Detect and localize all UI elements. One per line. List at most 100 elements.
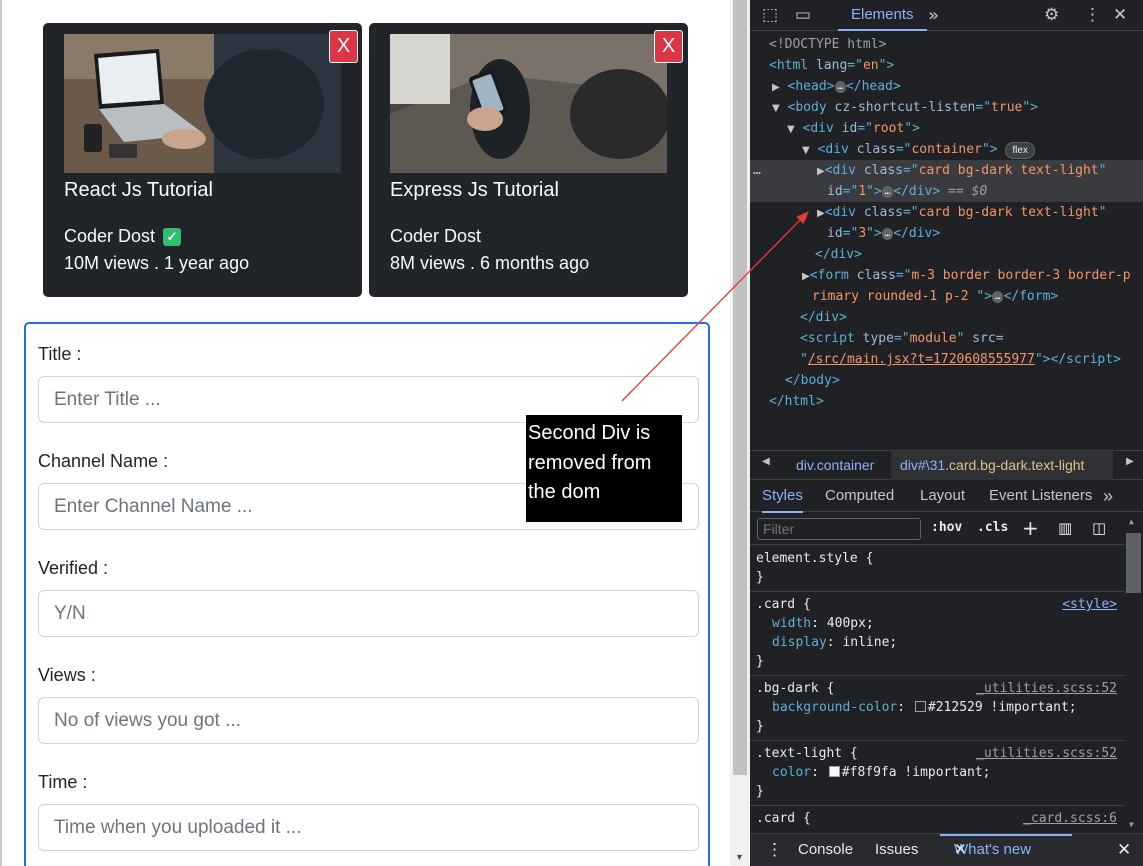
dom-html[interactable]: <html lang="en">	[750, 55, 1143, 76]
device-toolbar-icon[interactable]: ▭	[795, 5, 811, 25]
dom-html-close[interactable]: </html>	[750, 391, 1143, 412]
card-1-views: 10M views . 1 year ago	[64, 253, 250, 273]
prop-value[interactable]: #212529 !important;	[928, 700, 1077, 715]
tab-computed[interactable]: Computed	[825, 481, 894, 511]
tab-elements[interactable]: Elements	[838, 0, 927, 31]
dom-card-3[interactable]: ▶<div class="card bg-dark text-light"	[750, 202, 1143, 223]
rule-source-link[interactable]: _utilities.scss:52	[976, 744, 1117, 763]
dom-head[interactable]: ▶ <head>… </head>	[750, 76, 1143, 97]
color-swatch[interactable]	[828, 766, 840, 777]
dom-script-cont[interactable]: "/src/main.jsx?t=1720608555977"></script…	[750, 349, 1143, 370]
devtools-toolbar: ⬚ ▭ Elements » ⚙ ⋮ ✕	[750, 0, 1143, 31]
sidebar-toggle-icon[interactable]: ◫	[1092, 519, 1106, 537]
dom-root-div[interactable]: ▼ <div id="root">	[750, 118, 1143, 139]
dom-script[interactable]: <script type="module" src=	[750, 328, 1143, 349]
scroll-up-arrow-icon[interactable]: ▲	[1129, 517, 1134, 526]
script-type-value: module	[909, 331, 957, 346]
rule-source-link[interactable]: _utilities.scss:52	[976, 679, 1117, 698]
drawer-tab-console[interactable]: Console	[798, 834, 853, 866]
rule-close: }	[756, 654, 764, 669]
cls-toggle[interactable]: .cls	[977, 520, 1008, 535]
styles-scrollbar-thumb[interactable]	[1126, 533, 1141, 593]
prop-name[interactable]: color	[772, 765, 811, 780]
time-input[interactable]	[38, 804, 699, 851]
collapsed-dots[interactable]: …	[834, 80, 846, 93]
collapsed-dots[interactable]: …	[881, 185, 894, 198]
drawer-menu-icon[interactable]: ⋮	[766, 834, 783, 866]
color-swatch[interactable]	[914, 701, 926, 712]
expand-triangle-icon[interactable]: ▶	[817, 166, 825, 177]
dom-card-1-selected[interactable]: … ▶<div class="card bg-dark text-light"	[750, 160, 1143, 181]
page-scrollbar[interactable]: ▼	[730, 0, 750, 866]
collapse-triangle-icon[interactable]: ▼	[787, 124, 795, 135]
rule-source-link[interactable]: _card.scss:6	[1023, 809, 1117, 828]
breadcrumb-card[interactable]: div#\31.card.bg-dark.text-light	[891, 451, 1113, 480]
rule-text-light[interactable]: .text-light {_utilities.scss:52 color: #…	[750, 741, 1125, 806]
dom-body-close[interactable]: </body>	[750, 370, 1143, 391]
card-1-close-button[interactable]: X	[329, 30, 358, 63]
prop-name[interactable]: background-color	[772, 700, 897, 715]
scroll-down-arrow-icon[interactable]: ▼	[1129, 820, 1134, 829]
dom-root-close[interactable]: </div>	[750, 307, 1143, 328]
hov-toggle[interactable]: :hov	[931, 520, 962, 535]
rule-element-style[interactable]: element.style { }	[750, 546, 1125, 592]
prop-name[interactable]: width	[772, 616, 811, 631]
collapsed-dots[interactable]: …	[881, 227, 894, 240]
breadcrumb-container[interactable]: div.container	[796, 451, 874, 480]
dom-body[interactable]: ▼ <body cz-shortcut-listen="true">	[750, 97, 1143, 118]
settings-gear-icon[interactable]: ⚙	[1044, 5, 1059, 25]
close-devtools-icon[interactable]: ✕	[1113, 5, 1127, 25]
script-src-link[interactable]: /src/main.jsx?t=1720608555977	[808, 352, 1035, 367]
time-label: Time :	[38, 772, 88, 792]
rule-bg-dark[interactable]: .bg-dark {_utilities.scss:52 background-…	[750, 676, 1125, 741]
prop-value[interactable]: 400px;	[827, 616, 874, 631]
card-2-close-button[interactable]: X	[654, 30, 683, 63]
prop-value[interactable]: #f8f9fa !important;	[842, 765, 991, 780]
dom-container-div[interactable]: ▼ <div class="container"> flex	[750, 139, 1143, 160]
styles-scrollbar[interactable]: ▲ ▼	[1125, 515, 1143, 831]
annotation-note: Second Div is removed from the dom	[526, 415, 682, 522]
breadcrumb-left-arrow-icon[interactable]: ◀	[762, 456, 770, 467]
dom-container-close[interactable]: </div>	[750, 244, 1143, 265]
scroll-down-arrow-icon[interactable]: ▼	[735, 852, 744, 862]
row-menu-dots-icon[interactable]: …	[753, 160, 761, 181]
prop-name[interactable]: display	[772, 635, 827, 650]
drawer-tab-whats-new[interactable]: What's new ✕	[940, 834, 1072, 858]
more-style-tabs-icon[interactable]: »	[1103, 481, 1113, 511]
collapsed-dots[interactable]: …	[992, 290, 1004, 303]
dom-form[interactable]: ▶<form class="m-3 border border-3 border…	[750, 265, 1143, 286]
close-tab-icon[interactable]: ✕	[954, 834, 967, 866]
flex-badge[interactable]: flex	[1005, 142, 1035, 159]
expand-triangle-icon[interactable]: ▶	[772, 82, 780, 93]
page-scrollbar-thumb[interactable]	[733, 0, 747, 775]
collapse-triangle-icon[interactable]: ▼	[772, 103, 780, 114]
paint-brush-icon[interactable]: ▥	[1058, 519, 1072, 537]
collapse-triangle-icon[interactable]: ▼	[802, 145, 810, 156]
rule-card-scss[interactable]: .card {_card.scss:6	[750, 806, 1125, 832]
expand-triangle-icon[interactable]: ▶	[817, 208, 825, 219]
more-tabs-icon[interactable]: »	[928, 5, 939, 26]
inspect-element-icon[interactable]: ⬚	[762, 5, 778, 25]
tab-styles[interactable]: Styles	[762, 481, 803, 513]
views-input[interactable]	[38, 697, 699, 744]
rule-card-style[interactable]: .card {<style> width: 400px; display: in…	[750, 592, 1125, 676]
styles-filter-input[interactable]	[757, 518, 921, 540]
breadcrumb-card-classes: .card.bg-dark.text-light	[945, 457, 1085, 473]
breadcrumb-right-arrow-icon[interactable]: ▶	[1126, 456, 1134, 467]
close-drawer-icon[interactable]: ✕	[1117, 834, 1131, 866]
verified-input[interactable]	[38, 590, 699, 637]
body-attr-value: true	[991, 100, 1023, 115]
prop-value[interactable]: inline;	[842, 635, 897, 650]
dom-form-cont[interactable]: rimary rounded-1 p-2 ">… </form>	[750, 286, 1143, 307]
tab-layout[interactable]: Layout	[920, 481, 965, 511]
more-options-icon[interactable]: ⋮	[1084, 5, 1101, 25]
drawer-tab-issues[interactable]: Issues	[875, 834, 918, 866]
dom-doctype[interactable]: <!DOCTYPE html>	[750, 34, 1143, 55]
new-rule-plus-icon[interactable]: +	[1022, 516, 1039, 540]
card-3-id-value: 3	[858, 226, 867, 241]
expand-triangle-icon[interactable]: ▶	[802, 271, 810, 282]
tab-event-listeners[interactable]: Event Listeners	[989, 481, 1092, 511]
dom-card-3-cont[interactable]: id="3">… </div>	[750, 223, 1143, 244]
dom-card-1-selected-cont[interactable]: id="1">… </div> == $0	[750, 181, 1143, 202]
rule-source-link[interactable]: <style>	[1062, 595, 1117, 614]
